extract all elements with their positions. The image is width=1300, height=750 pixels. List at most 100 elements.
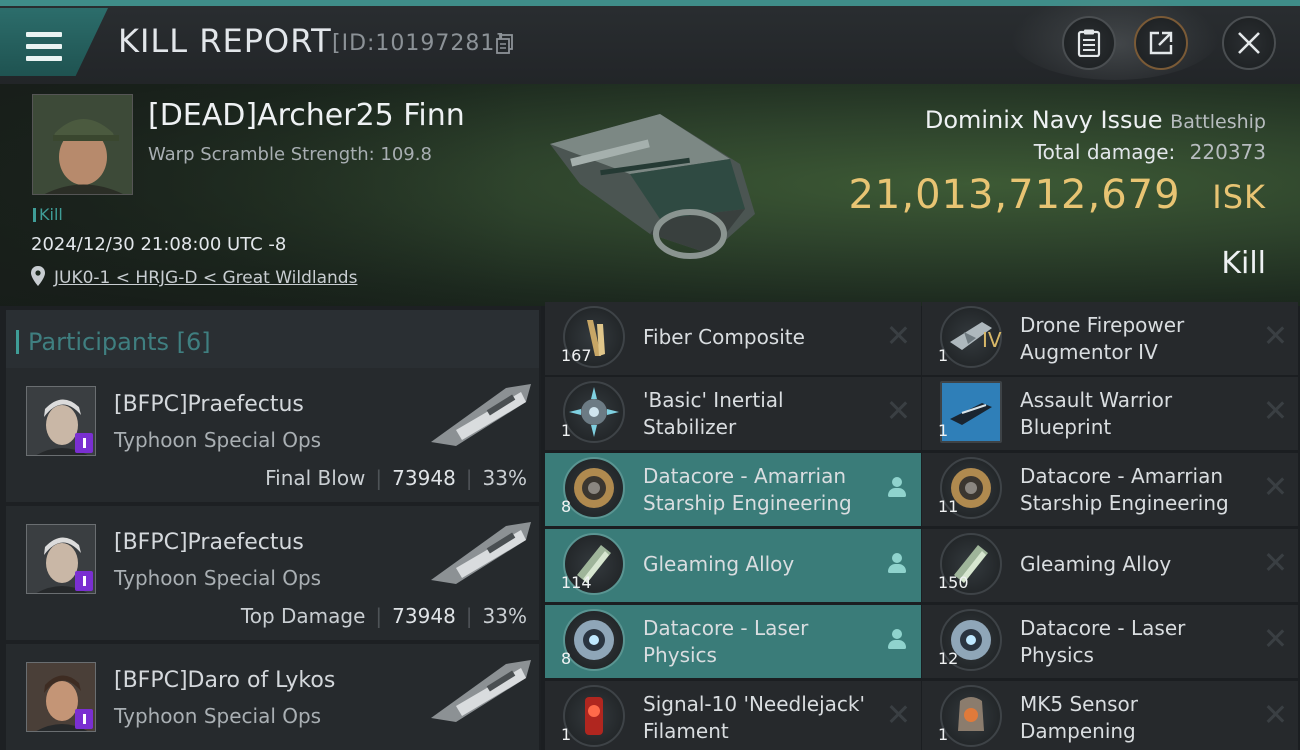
isk-amount: 21,013,712,679 — [848, 172, 1181, 218]
participant-ship-image — [431, 384, 531, 446]
participant-row[interactable]: [BFPC]Praefectus Typhoon Special Ops Top… — [6, 506, 539, 640]
item-row[interactable]: 114 Gleaming Alloy — [545, 529, 921, 602]
item-row[interactable]: IV 1 Drone Firepower Augmentor IV — [922, 302, 1298, 375]
participant-stats: Final Blow | 73948 | 33% — [265, 466, 527, 490]
item-name: 'Basic' Inertial Stabilizer — [643, 388, 784, 439]
participant-ship-image — [431, 660, 531, 722]
item-name: Datacore - Amarrian Starship Engineering — [1020, 464, 1229, 515]
item-name: Drone Firepower Augmentor IV — [1020, 313, 1185, 364]
blueprint-icon — [940, 381, 1002, 443]
close-icon[interactable] — [1266, 477, 1284, 495]
laser-datacore-icon — [563, 609, 625, 671]
person-icon[interactable] — [887, 477, 907, 499]
item-row[interactable]: 1 MK5 Sensor Dampening — [922, 681, 1298, 750]
item-row[interactable]: 150 Gleaming Alloy — [922, 529, 1298, 602]
item-quantity: 8 — [561, 649, 572, 668]
item-row[interactable]: 1 Assault Warrior Blueprint — [922, 377, 1298, 450]
copy-icon[interactable] — [496, 34, 514, 54]
total-damage: Total damage: 220373 — [1034, 140, 1266, 164]
hamburger-icon — [26, 32, 62, 62]
participant-ship: Typhoon Special Ops — [114, 566, 322, 590]
top-bar: KILL REPORT [ID:10197281] — [0, 0, 1300, 84]
participant-row[interactable]: [BFPC]Praefectus Typhoon Special Ops Fin… — [6, 368, 539, 502]
participants-header[interactable]: Participants [6] — [6, 310, 539, 370]
meta-level: IV — [982, 328, 1002, 352]
close-icon[interactable] — [1266, 629, 1284, 647]
victim-portrait[interactable] — [32, 94, 133, 195]
item-row[interactable]: 167 Fiber Composite — [545, 302, 921, 375]
participant-role: Final Blow — [265, 466, 366, 490]
item-quantity: 1 — [561, 725, 572, 744]
item-row[interactable]: 1 'Basic' Inertial Stabilizer — [545, 377, 921, 450]
total-damage-label: Total damage: — [1033, 140, 1176, 164]
person-icon[interactable] — [887, 553, 907, 575]
participant-name: [BFPC]Praefectus — [114, 392, 304, 417]
location-link[interactable]: JUK0-1 < HRJG-D < Great Wildlands — [54, 268, 357, 288]
corp-badge-icon — [75, 571, 93, 591]
item-name: Fiber Composite — [643, 325, 805, 349]
isk-value: 21,013,712,679 ISK — [848, 172, 1266, 218]
participants-title: Participants [6] — [16, 328, 211, 356]
filament-icon — [563, 685, 625, 747]
datacore-icon — [563, 457, 625, 519]
close-icon[interactable] — [1266, 401, 1284, 419]
isk-unit: ISK — [1212, 178, 1266, 216]
item-name: Datacore - Laser Physics — [643, 616, 809, 667]
sensor-dampening-icon — [940, 685, 1002, 747]
participant-stats: Top Damage | 73948 | 33% — [240, 604, 527, 628]
victim-panel: [DEAD]Archer25 Finn Warp Scramble Streng… — [0, 84, 1300, 306]
item-row[interactable]: 11 Datacore - Amarrian Starship Engineer… — [922, 453, 1298, 526]
participant-name: [BFPC]Daro of Lykos — [114, 668, 336, 693]
dropped-items-panel: 167 Fiber Composite 1 'Basic' Inertial S… — [541, 302, 1300, 750]
corp-badge-icon — [75, 709, 93, 729]
close-icon[interactable] — [1266, 326, 1284, 344]
participant-percent: 33% — [482, 604, 527, 628]
item-quantity: 167 — [561, 346, 592, 365]
item-name: Signal-10 'Needlejack' Filament — [643, 692, 865, 743]
participant-ship: Typhoon Special Ops — [114, 704, 322, 728]
pilot-avatar-icon — [33, 95, 132, 194]
close-icon[interactable] — [889, 401, 907, 419]
share-button[interactable] — [1134, 16, 1188, 70]
menu-button[interactable] — [0, 8, 108, 76]
item-quantity: 114 — [561, 573, 592, 592]
item-quantity: 150 — [938, 573, 969, 592]
clipboard-icon — [1077, 29, 1101, 57]
close-icon[interactable] — [889, 326, 907, 344]
inertial-stabilizer-icon — [563, 381, 625, 443]
person-icon[interactable] — [887, 629, 907, 651]
page-title: KILL REPORT — [118, 22, 332, 60]
item-name: Gleaming Alloy — [1020, 552, 1172, 576]
participant-ship-image — [431, 522, 531, 584]
close-icon — [1238, 32, 1260, 54]
victim-name: [DEAD]Archer25 Finn — [148, 98, 465, 133]
participant-row[interactable]: [BFPC]Daro of Lykos Typhoon Special Ops — [6, 644, 539, 750]
close-icon[interactable] — [1266, 705, 1284, 723]
participant-portrait[interactable] — [26, 524, 96, 594]
participant-role: Top Damage — [240, 604, 366, 628]
close-icon[interactable] — [1266, 553, 1284, 571]
item-quantity: 12 — [938, 649, 959, 668]
participant-portrait[interactable] — [26, 386, 96, 456]
participant-damage: 73948 — [392, 466, 456, 490]
result-label: Kill — [1221, 246, 1266, 281]
participant-percent: 33% — [482, 466, 527, 490]
item-row[interactable]: 1 Signal-10 'Needlejack' Filament — [545, 681, 921, 750]
share-icon — [1149, 31, 1173, 55]
close-icon[interactable] — [889, 705, 907, 723]
item-row[interactable]: 12 Datacore - Laser Physics — [922, 605, 1298, 678]
item-row[interactable]: 8 Datacore - Amarrian Starship Engineeri… — [545, 453, 921, 526]
item-name: MK5 Sensor Dampening — [1020, 692, 1139, 743]
item-row[interactable]: 8 Datacore - Laser Physics — [545, 605, 921, 678]
location-pin-icon — [31, 266, 45, 286]
participant-portrait[interactable] — [26, 662, 96, 732]
victim-ship-image — [550, 114, 755, 259]
clipboard-button[interactable] — [1062, 16, 1116, 70]
report-id: [ID:10197281] — [332, 31, 505, 56]
victim-ship-class: Battleship — [1170, 111, 1266, 133]
item-name: Datacore - Amarrian Starship Engineering — [643, 464, 852, 515]
participant-ship: Typhoon Special Ops — [114, 428, 322, 452]
close-button[interactable] — [1222, 16, 1276, 70]
item-name: Gleaming Alloy — [643, 552, 795, 576]
item-quantity: 1 — [938, 725, 949, 744]
